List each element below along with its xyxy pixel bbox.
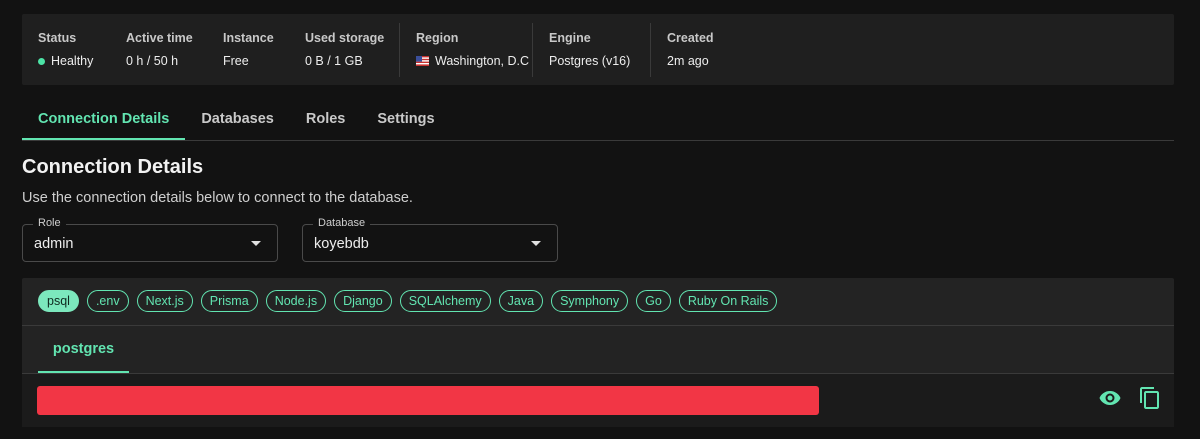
stat-label: Engine [549,31,591,45]
chevron-down-icon [531,241,541,246]
chevron-down-icon [251,241,261,246]
eye-icon-svg [1099,391,1121,405]
stat-active-time: Active time 0 h / 50 h [126,31,223,68]
section-description: Use the connection details below to conn… [22,190,413,206]
stat-created: Created 2m ago [651,31,714,68]
chip-django[interactable]: Django [334,290,392,312]
stat-value-wrap: Healthy [38,54,126,68]
divider [22,325,1174,326]
chip-symphony[interactable]: Symphony [551,290,629,312]
stat-value: 0 h / 50 h [126,54,179,68]
chip-go[interactable]: Go [636,290,671,312]
connection-panel: psql .env Next.js Prisma Node.js Django … [22,278,1174,427]
role-select-label: Role [33,217,66,229]
us-flag-icon [416,56,429,66]
stat-value: 2m ago [667,54,709,68]
tab-databases[interactable]: Databases [185,100,290,140]
stat-label: Status [38,31,77,45]
region-value: Washington, D.C [435,54,530,68]
chip-env[interactable]: .env [86,290,129,312]
stat-label: Used storage [305,31,385,45]
stat-label: Region [416,31,459,45]
tab-settings[interactable]: Settings [361,100,450,140]
stat-value: Free [223,54,249,68]
stat-label: Instance [223,31,274,45]
stat-value: Postgres (v16) [549,54,631,68]
database-select-label: Database [313,217,371,229]
stat-label: Created [667,31,714,45]
tab-roles[interactable]: Roles [290,100,362,140]
tab-connection-details[interactable]: Connection Details [22,100,186,140]
stat-instance: Instance Free [223,31,305,68]
chip-nodejs[interactable]: Node.js [265,290,327,312]
stat-value-wrap: Washington, D.C [416,54,532,68]
stat-region: Region Washington, D.C [400,31,532,68]
eye-icon[interactable] [1096,384,1124,412]
stat-used-storage: Used storage 0 B / 1 GB [305,31,399,68]
redacted-connection-string [37,386,819,415]
format-chips: psql .env Next.js Prisma Node.js Django … [38,290,778,312]
stat-status: Status Healthy [38,31,126,68]
status-value: Healthy [51,54,94,68]
database-summary-bar: Status Healthy Active time 0 h / 50 h In… [22,14,1174,85]
stat-value: 0 B / 1 GB [305,54,363,68]
chip-prisma[interactable]: Prisma [200,290,258,312]
chip-sqlalchemy[interactable]: SQLAlchemy [399,290,491,312]
database-tabs: Connection Details Databases Roles Setti… [22,100,1174,141]
role-select[interactable]: Role admin [22,217,278,262]
stat-label: Active time [126,31,193,45]
database-select-value: koyebdb [314,236,369,252]
tab-postgres[interactable]: postgres [38,326,129,373]
connection-string-area [22,374,1174,427]
database-select[interactable]: Database koyebdb [302,217,558,262]
chip-psql[interactable]: psql [38,290,79,312]
chip-java[interactable]: Java [498,290,544,312]
stat-engine: Engine Postgres (v16) [533,31,650,68]
section-title: Connection Details [22,156,204,178]
chip-nextjs[interactable]: Next.js [136,290,193,312]
role-select-value: admin [34,236,74,252]
chip-ruby-on-rails[interactable]: Ruby On Rails [678,290,778,312]
copy-icon[interactable] [1136,384,1164,412]
copy-icon-svg [1140,387,1159,409]
status-dot-icon [38,57,45,65]
